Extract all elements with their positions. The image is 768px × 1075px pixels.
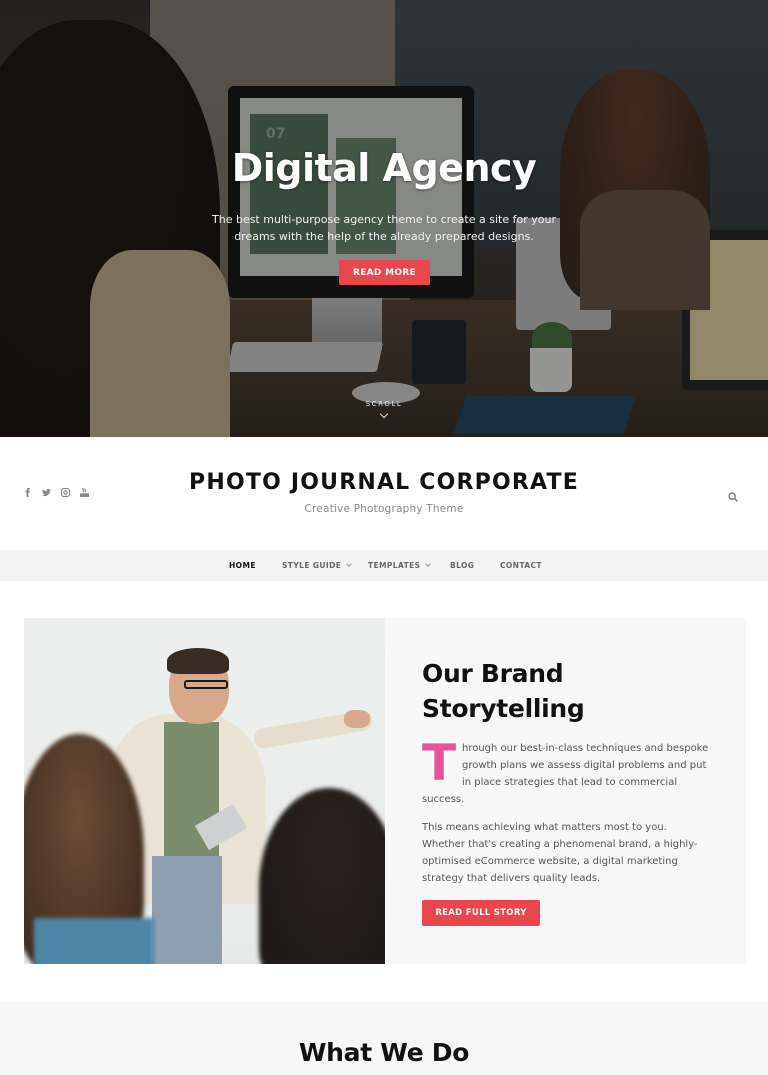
chevron-down-icon: [379, 409, 389, 419]
hero-subtitle: The best multi-purpose agency theme to c…: [212, 213, 556, 243]
hero-title: Digital Agency: [231, 146, 537, 190]
nav-item-blog[interactable]: BLOG: [450, 550, 474, 581]
para1-line: hrough our best-in-class techniques and …: [462, 743, 709, 754]
what-we-do-title: What We Do: [298, 1038, 470, 1067]
main-navigation: HOME STYLE GUIDE TEMPLATES BLOG CONTACT: [0, 550, 768, 581]
para1-line: growth plans we assess digital problems …: [462, 760, 707, 771]
read-full-story-button[interactable]: READ FULL STORY: [422, 900, 540, 926]
para1-line: in place strategies that lead to commerc…: [462, 777, 678, 788]
scroll-label: SCROLL: [365, 400, 403, 408]
brand-heading-line2: Storytelling: [422, 694, 585, 723]
brand-story-image: [24, 618, 385, 964]
search-icon[interactable]: [728, 487, 740, 502]
brand-story-heading: Our Brand Storytelling: [422, 656, 722, 726]
nav-item-label: BLOG: [450, 561, 475, 570]
chevron-down-icon: [346, 561, 353, 567]
nav-item-label: HOME: [229, 561, 256, 570]
nav-item-label: CONTACT: [500, 561, 542, 570]
brand-story-panel: Our Brand Storytelling T hrough our best…: [385, 618, 746, 964]
site-tagline: Creative Photography Theme: [304, 503, 464, 515]
site-title[interactable]: PHOTO JOURNAL CORPORATE: [0, 470, 768, 495]
brand-heading-line1: Our Brand: [422, 659, 564, 688]
brand-story-paragraph-1: hrough our best-in-class techniques and …: [422, 740, 712, 808]
nav-item-templates[interactable]: TEMPLATES: [368, 550, 432, 581]
nav-item-label: TEMPLATES: [368, 561, 421, 570]
hero-banner: 07 Digital Agency The best multi-purpose…: [0, 0, 768, 437]
nav-item-home[interactable]: HOME: [229, 550, 256, 581]
scroll-indicator[interactable]: SCROLL: [334, 400, 434, 419]
nav-item-contact[interactable]: CONTACT: [500, 550, 542, 581]
what-we-do-section: What We Do: [0, 1002, 768, 1075]
nav-item-label: STYLE GUIDE: [282, 561, 342, 570]
brand-story-paragraph-2: This means achieving what matters most t…: [422, 822, 698, 884]
nav-item-style-guide[interactable]: STYLE GUIDE: [282, 550, 353, 581]
para1-line: success.: [422, 794, 465, 805]
read-more-button[interactable]: READ MORE: [339, 260, 430, 285]
chevron-down-icon: [425, 561, 432, 567]
